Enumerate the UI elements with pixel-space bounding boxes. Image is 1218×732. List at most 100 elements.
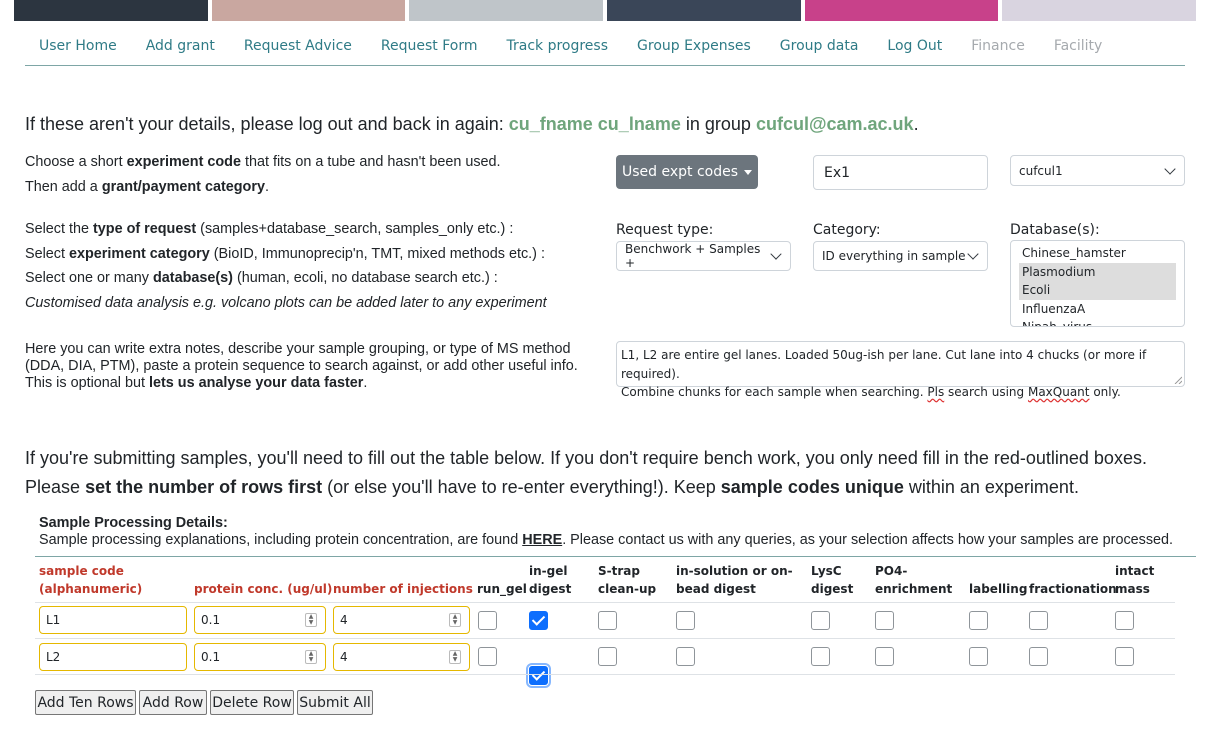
injections-input[interactable]: 4 ▲ ▼ — [333, 606, 470, 634]
nav-track-progress[interactable]: Track progress — [506, 29, 608, 65]
database-option[interactable]: Ecoli — [1019, 281, 1176, 300]
instr-bold: experiment category — [69, 245, 210, 262]
notes-text: Here you can write extra notes, describe… — [25, 341, 578, 374]
category-value: ID everything in sample — [822, 249, 966, 263]
notes-line-1: L1, L2 are entire gel lanes. Loaded 50ug… — [621, 348, 1147, 381]
database-option[interactable]: Plasmodium — [1019, 262, 1176, 281]
used-expt-codes-button[interactable]: Used expt codes — [616, 155, 758, 189]
po4-checkbox[interactable] — [875, 611, 894, 630]
category-select[interactable]: ID everything in sample — [813, 241, 988, 271]
intact-mass-checkbox[interactable] — [1115, 647, 1134, 666]
divider — [35, 556, 1196, 557]
request-type-label: Request type: — [616, 222, 714, 238]
main-nav: User Home Add grant Request Advice Reque… — [25, 29, 1185, 66]
database-multiselect[interactable]: Chinese_hamster Plasmodium Ecoli Influen… — [1010, 240, 1185, 327]
used-expt-codes-label: Used expt codes — [621, 164, 739, 180]
samples-text: (or else you'll have to re-enter everyth… — [327, 477, 716, 497]
notes-text: . — [363, 375, 368, 391]
po4-checkbox[interactable] — [875, 647, 894, 666]
user-details-notice: If these aren't your details, please log… — [25, 114, 919, 135]
spinner-icon[interactable]: ▲ ▼ — [305, 613, 317, 627]
add-ten-rows-button[interactable]: Add Ten Rows — [35, 690, 136, 715]
banner-image-4 — [607, 0, 801, 21]
run-gel-checkbox[interactable] — [478, 611, 497, 630]
resize-handle-icon[interactable] — [1174, 376, 1182, 384]
grant-select[interactable]: cufcul1 — [1010, 155, 1185, 186]
samples-instructions: If you're submitting samples, you'll nee… — [25, 444, 1147, 502]
s-trap-checkbox[interactable] — [598, 647, 617, 666]
banner-image-2 — [211, 0, 406, 21]
nav-user-home[interactable]: User Home — [39, 29, 117, 65]
submit-all-button[interactable]: Submit All — [297, 690, 373, 715]
header-protein-conc: protein conc. (ug/ul) — [194, 582, 333, 596]
nav-log-out[interactable]: Log Out — [887, 29, 942, 65]
header-fractionation: fractionation — [1029, 582, 1117, 596]
in-solution-checkbox[interactable] — [676, 611, 695, 630]
header-in-gel-digest: in-gel digest — [529, 564, 572, 596]
in-solution-checkbox[interactable] — [676, 647, 695, 666]
intact-mass-checkbox[interactable] — [1115, 611, 1134, 630]
fractionation-checkbox[interactable] — [1029, 647, 1048, 666]
database-label: Database(s): — [1010, 222, 1100, 238]
instr-text: . — [264, 178, 269, 195]
request-type-select[interactable]: Benchwork + Samples + — [616, 241, 791, 271]
samples-bold: sample codes unique — [720, 477, 904, 497]
experiment-code-input[interactable]: Ex1 — [813, 155, 988, 190]
delete-row-button[interactable]: Delete Row — [210, 690, 294, 715]
request-type-value: Benchwork + Samples + — [625, 242, 761, 270]
lysc-checkbox[interactable] — [811, 611, 830, 630]
injections-input[interactable]: 4 ▲ ▼ — [333, 643, 470, 671]
notes-line-2: Combine chunks for each sample when sear… — [621, 383, 1180, 402]
lysc-checkbox[interactable] — [811, 647, 830, 666]
notes-fragment: only. — [1093, 385, 1121, 399]
sample-code-input[interactable]: L2 — [39, 643, 187, 671]
processing-text: . Please contact us with any queries, as… — [562, 532, 1174, 548]
in-gel-digest-checkbox[interactable] — [526, 663, 551, 688]
row-divider — [35, 638, 1175, 639]
notice-period: . — [913, 114, 919, 134]
notes-fragment: MaxQuant — [1027, 385, 1090, 399]
nav-group-data[interactable]: Group data — [780, 29, 859, 65]
row-divider — [35, 602, 1175, 603]
database-option[interactable]: InfluenzaA — [1019, 300, 1176, 319]
notes-textarea[interactable]: L1, L2 are entire gel lanes. Loaded 50ug… — [616, 341, 1185, 399]
protein-conc-input[interactable]: 0.1 ▲ ▼ — [194, 643, 326, 671]
user-group: cufcul@cam.ac.uk — [755, 114, 914, 134]
banner-image-3 — [409, 0, 604, 21]
spinner-icon[interactable]: ▲ ▼ — [449, 613, 461, 627]
nav-group-expenses[interactable]: Group Expenses — [637, 29, 751, 65]
header-run-gel: run_gel — [477, 582, 527, 596]
nav-add-grant[interactable]: Add grant — [146, 29, 215, 65]
run-gel-checkbox[interactable] — [478, 647, 497, 666]
nav-facility: Facility — [1053, 38, 1103, 54]
notes-fragment: search using — [948, 385, 1025, 399]
instr-text: Select the — [25, 221, 89, 237]
spinner-icon[interactable]: ▲ ▼ — [305, 650, 317, 664]
category-label: Category: — [813, 222, 881, 238]
protein-conc-input[interactable]: 0.1 ▲ ▼ — [194, 606, 326, 634]
header-intact-mass: intact mass — [1115, 564, 1155, 596]
in-gel-digest-checkbox[interactable] — [529, 611, 548, 630]
instr-bold: experiment code — [126, 154, 241, 170]
database-option[interactable]: Chinese_hamster — [1019, 244, 1176, 263]
banner-image-1 — [14, 0, 208, 21]
request-instructions: Select the type of request (samples+data… — [25, 217, 605, 315]
sample-code-input[interactable]: L1 — [39, 606, 187, 634]
nav-request-advice[interactable]: Request Advice — [244, 29, 352, 65]
labelling-checkbox[interactable] — [969, 647, 988, 666]
chevron-down-icon — [770, 248, 782, 260]
samples-text: within an experiment. — [908, 477, 1079, 497]
fractionation-checkbox[interactable] — [1029, 611, 1048, 630]
processing-here-link[interactable]: HERE — [522, 532, 562, 548]
header-s-trap: S-trap clean-up — [598, 564, 657, 596]
instr-text: that fits on a tube and hasn't been used… — [244, 154, 501, 170]
instr-text: Select — [25, 245, 65, 262]
spinner-icon[interactable]: ▲ ▼ — [449, 650, 461, 664]
database-option[interactable]: Nipah_virus — [1019, 318, 1176, 326]
labelling-checkbox[interactable] — [969, 611, 988, 630]
nav-request-form[interactable]: Request Form — [381, 29, 478, 65]
notes-instructions: Here you can write extra notes, describe… — [25, 341, 585, 392]
banner-image-5 — [804, 0, 999, 21]
s-trap-checkbox[interactable] — [598, 611, 617, 630]
add-row-button[interactable]: Add Row — [139, 690, 207, 715]
